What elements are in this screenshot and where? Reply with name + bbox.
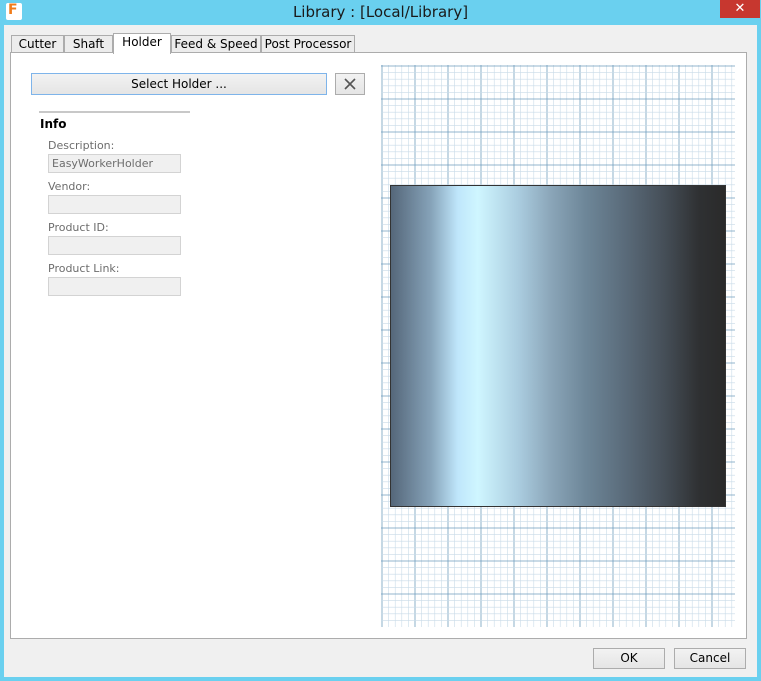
description-label: Description: <box>48 139 115 152</box>
select-holder-button[interactable]: Select Holder ... <box>31 73 327 95</box>
product-id-field[interactable] <box>48 236 181 255</box>
ok-button[interactable]: OK <box>593 648 665 669</box>
title-bar[interactable]: F Library : [Local/Library] ✕ <box>0 0 761 25</box>
vendor-field[interactable] <box>48 195 181 214</box>
dialog-client: Cutter Shaft Holder Feed & Speed Post Pr… <box>4 25 757 677</box>
cancel-button[interactable]: Cancel <box>674 648 746 669</box>
clear-x-icon <box>344 78 356 90</box>
product-link-label: Product Link: <box>48 262 120 275</box>
window-title: Library : [Local/Library] <box>292 3 469 21</box>
clear-holder-button[interactable] <box>335 73 365 95</box>
product-link-field[interactable] <box>48 277 181 296</box>
vendor-label: Vendor: <box>48 180 91 193</box>
description-field[interactable]: EasyWorkerHolder <box>48 154 181 173</box>
info-heading: Info <box>40 117 67 131</box>
close-icon[interactable]: ✕ <box>720 0 760 18</box>
holder-tab-panel: Select Holder ... Info Description: Easy… <box>10 52 747 639</box>
info-separator <box>39 111 190 113</box>
tab-holder[interactable]: Holder <box>113 33 171 54</box>
holder-shape <box>390 185 726 507</box>
library-window: F Library : [Local/Library] ✕ Cutter Sha… <box>0 0 761 681</box>
product-id-label: Product ID: <box>48 221 109 234</box>
holder-preview <box>381 65 735 627</box>
